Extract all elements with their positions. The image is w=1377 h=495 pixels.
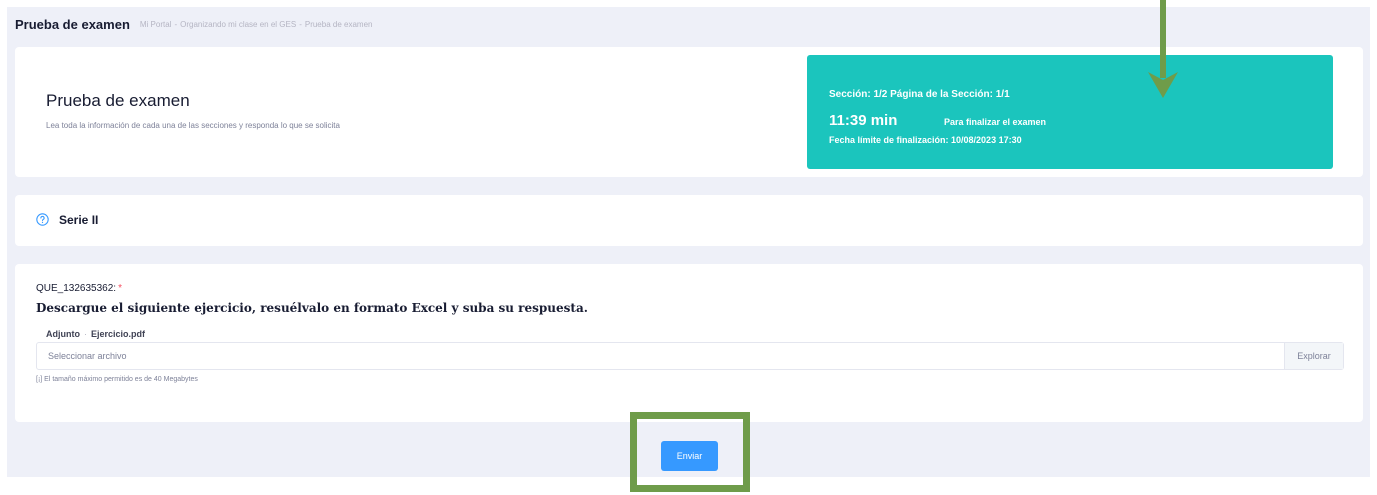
subheader-title: Prueba de examen xyxy=(15,16,130,32)
browse-button[interactable]: Explorar xyxy=(1284,343,1343,369)
time-remaining-label: Para finalizar el examen xyxy=(944,117,1047,127)
question-card: QUE_132635362: * Descargue el siguiente e… xyxy=(15,264,1363,422)
attachment-link[interactable]: Ejercicio.pdf xyxy=(91,329,145,339)
submit-button[interactable]: Enviar xyxy=(661,441,718,471)
attachment-row: Adjunto · Ejercicio.pdf xyxy=(46,329,145,339)
breadcrumb-separator: - xyxy=(174,19,178,29)
file-upload-input[interactable]: Seleccionar archivo Explorar xyxy=(36,342,1344,370)
deadline: Fecha límite de finalización: 10/08/2023… xyxy=(829,135,1022,145)
file-placeholder[interactable]: Seleccionar archivo xyxy=(37,351,1284,361)
exam-description: Lea toda la información de cada una de l… xyxy=(46,121,340,130)
section-card: Serie II xyxy=(15,195,1363,246)
attachment-separator: · xyxy=(84,329,87,339)
question-text: Descargue el siguiente ejercicio, resuél… xyxy=(36,301,588,315)
annotation-arrow-icon xyxy=(1148,0,1178,98)
attachment-label: Adjunto xyxy=(46,329,80,339)
section-title: Serie II xyxy=(59,213,99,227)
section-info: Sección: 1/2 Página de la Sección: 1/1 xyxy=(829,89,1010,100)
breadcrumb-item-course[interactable]: Organizando mi clase en el GES xyxy=(180,20,296,29)
exam-title: Prueba de examen xyxy=(46,91,190,110)
breadcrumb-item-current[interactable]: Prueba de examen xyxy=(305,20,373,29)
question-code-text: QUE_132635362: xyxy=(36,283,117,294)
subheader: Prueba de examen Mi Portal - Organizando m… xyxy=(15,14,372,34)
required-mark: * xyxy=(118,283,122,294)
breadcrumb-item-portal[interactable]: Mi Portal xyxy=(140,20,172,29)
file-size-help: [¡] El tamaño máximo permitido es de 40 … xyxy=(36,376,198,383)
breadcrumb: Mi Portal - Organizando mi clase en el GES… xyxy=(140,20,373,29)
exam-timer-box: Sección: 1/2 Página de la Sección: 1/1 1… xyxy=(807,55,1333,169)
question-code: QUE_132635362: * xyxy=(36,283,122,294)
breadcrumb-separator: - xyxy=(299,19,302,29)
question-circle-icon xyxy=(36,213,49,226)
time-remaining: 11:39 min xyxy=(829,112,898,129)
